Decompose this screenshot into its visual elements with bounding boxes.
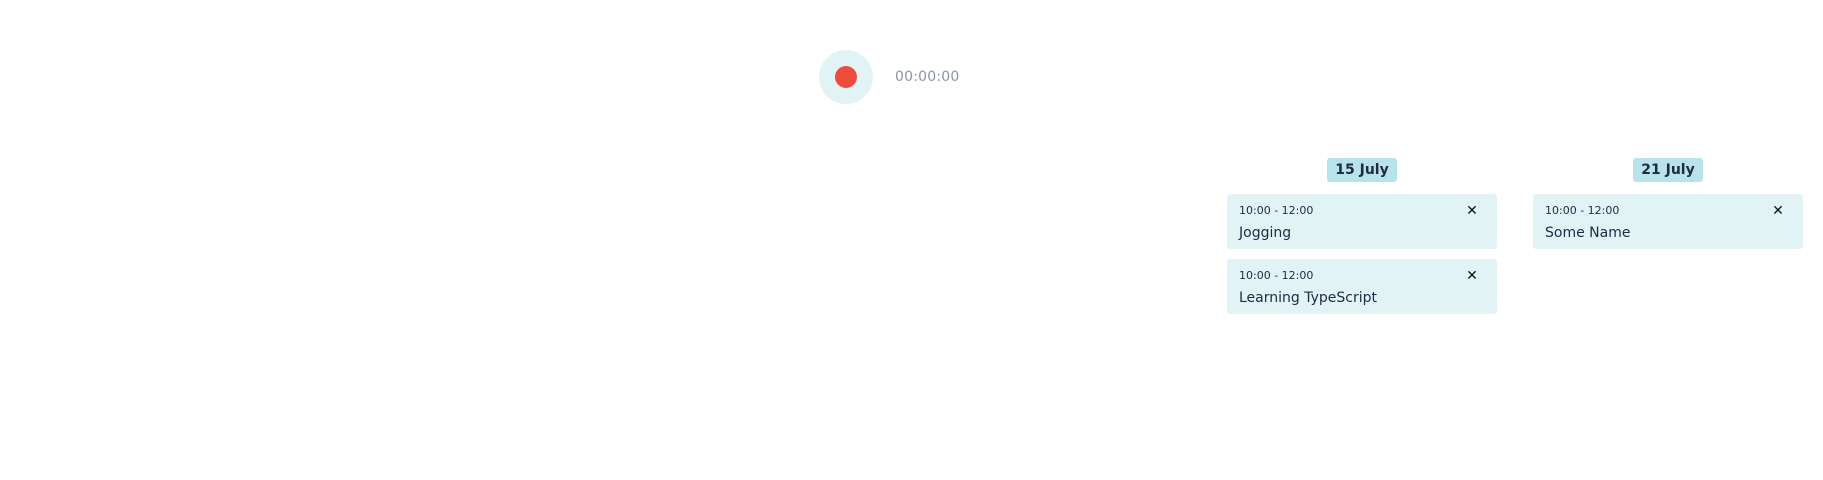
- day-column: 15 July 10:00 - 12:00 Jogging ✕ 10:00 - …: [1227, 158, 1497, 324]
- event-time: 10:00 - 12:00: [1545, 204, 1620, 217]
- record-icon: [835, 66, 857, 88]
- day-header: 15 July: [1227, 158, 1497, 182]
- timer-display: 00:00:00: [895, 69, 960, 85]
- close-icon[interactable]: ✕: [1771, 204, 1785, 218]
- page: 00:00:00 15 July 10:00 - 12:00 Jogging ✕…: [0, 0, 1823, 480]
- day-header: 21 July: [1533, 158, 1803, 182]
- event-time: 10:00 - 12:00: [1239, 269, 1314, 282]
- event-name: Jogging: [1239, 225, 1292, 241]
- day-badge: 21 July: [1633, 158, 1703, 182]
- event-card[interactable]: 10:00 - 12:00 Some Name ✕: [1533, 194, 1803, 249]
- event-name: Some Name: [1545, 225, 1631, 241]
- timer: 00:00:00: [819, 50, 959, 104]
- record-button[interactable]: [819, 50, 873, 104]
- day-column: 21 July 10:00 - 12:00 Some Name ✕: [1533, 158, 1803, 259]
- event-time: 10:00 - 12:00: [1239, 204, 1314, 217]
- close-icon[interactable]: ✕: [1465, 204, 1479, 218]
- event-card[interactable]: 10:00 - 12:00 Learning TypeScript ✕: [1227, 259, 1497, 314]
- day-badge: 15 July: [1327, 158, 1397, 182]
- event-name: Learning TypeScript: [1239, 290, 1377, 306]
- close-icon[interactable]: ✕: [1465, 269, 1479, 283]
- event-card[interactable]: 10:00 - 12:00 Jogging ✕: [1227, 194, 1497, 249]
